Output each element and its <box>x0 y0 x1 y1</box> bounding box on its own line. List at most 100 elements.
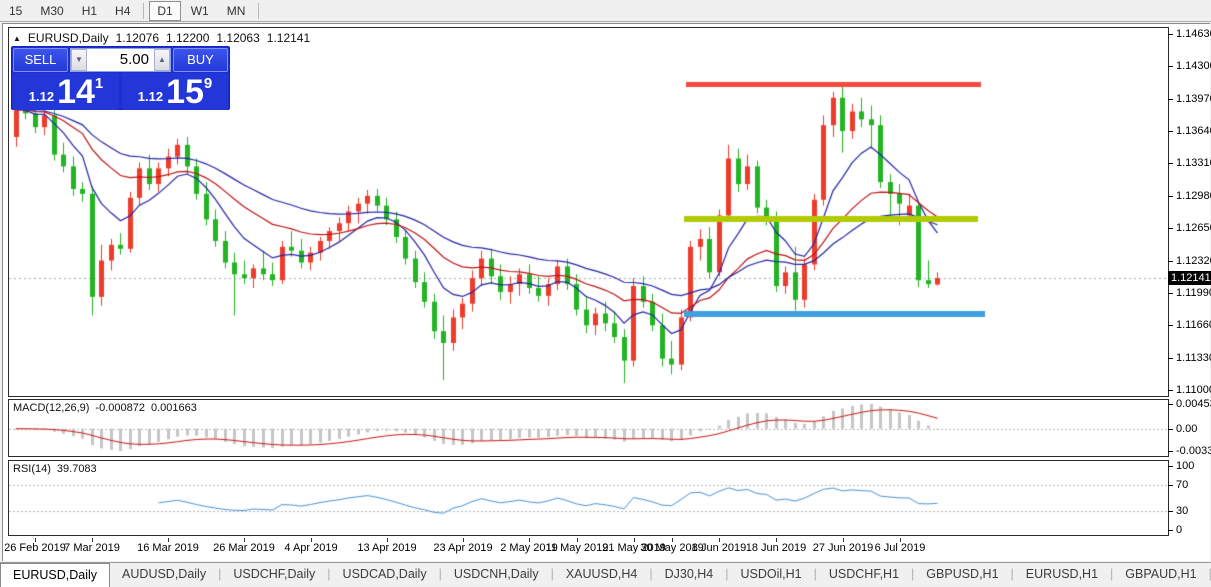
sell-price-main: 14 <box>57 74 95 110</box>
date-axis-label: 8 Jun 2019 <box>692 542 746 554</box>
buy-button[interactable]: BUY <box>173 48 228 72</box>
current-price-tag: 1.12141 <box>1168 271 1211 285</box>
toolbar-separator <box>258 3 259 19</box>
timeframe-button-W1[interactable]: W1 <box>183 1 217 21</box>
timeframe-button-H4[interactable]: H4 <box>107 1 138 21</box>
rsi-value: 39.7083 <box>57 463 97 475</box>
price-tick <box>1168 390 1173 391</box>
buy-price-prefix: 1.12 <box>138 89 163 104</box>
chart-symbol: EURUSD,Daily <box>28 31 109 45</box>
bar-high: 1.12200 <box>166 31 209 45</box>
price-axis-label: 1.14300 <box>1176 60 1211 72</box>
macd-tick <box>1168 404 1173 405</box>
price-tick <box>1168 163 1173 164</box>
price-tick <box>1168 196 1173 197</box>
volume-decrease-icon[interactable]: ▼ <box>71 49 87 71</box>
price-axis-label: 1.11990 <box>1176 287 1211 299</box>
date-axis-label: 6 Jul 2019 <box>875 542 926 554</box>
chart-header: ▲ EURUSD,Daily 1.12076 1.12200 1.12063 1… <box>13 31 310 45</box>
buy-price-main: 15 <box>166 74 204 110</box>
timeframe-button-M30[interactable]: M30 <box>32 1 71 21</box>
price-axis-label: 1.13640 <box>1176 125 1211 137</box>
price-tick <box>1168 261 1173 262</box>
rsi-header: RSI(14) 39.7083 <box>13 463 97 475</box>
chart-tab-USDCNH-Daily[interactable]: USDCNH,Daily <box>442 563 551 587</box>
bar-open: 1.12076 <box>116 31 159 45</box>
price-tick <box>1168 358 1173 359</box>
macd-label: MACD(12,26,9) <box>13 402 89 414</box>
rsi-tick <box>1168 530 1173 531</box>
chart-tab-USDCHF-Daily[interactable]: USDCHF,Daily <box>221 563 327 587</box>
macd-axis-label: 0.004537 <box>1176 398 1211 410</box>
bar-low: 1.12063 <box>216 31 259 45</box>
chart-tab-USDCAD-Daily[interactable]: USDCAD,Daily <box>331 563 439 587</box>
sell-price[interactable]: 1.12 14 1 <box>13 73 119 110</box>
chart-tab-DJ30-H4[interactable]: DJ30,H4 <box>653 563 726 587</box>
macd-value-signal: 0.001663 <box>151 402 197 414</box>
price-axis-label: 1.13310 <box>1176 157 1211 169</box>
price-axis-label: 1.12650 <box>1176 222 1211 234</box>
date-axis-label: 16 Mar 2019 <box>137 542 199 554</box>
sell-price-prefix: 1.12 <box>29 89 54 104</box>
volume-value[interactable]: 5.00 <box>87 49 154 71</box>
date-axis-label: 13 Apr 2019 <box>357 542 416 554</box>
volume-stepper: ▼ 5.00 ▲ <box>70 48 171 72</box>
collapse-panel-icon[interactable]: ▲ <box>13 34 21 43</box>
macd-tick <box>1168 429 1173 430</box>
rsi-axis-label: 100 <box>1176 460 1194 472</box>
price-axis-label: 1.12980 <box>1176 190 1211 202</box>
sell-price-pip: 1 <box>95 75 103 92</box>
chart-tab-GBPAUD-H1[interactable]: GBPAUD,H1 <box>1113 563 1208 587</box>
rsi-tick <box>1168 511 1173 512</box>
date-axis-label: 4 Apr 2019 <box>284 542 337 554</box>
timeframe-button-MN[interactable]: MN <box>219 1 254 21</box>
volume-increase-icon[interactable]: ▲ <box>154 49 170 71</box>
timeframe-toolbar: 15M30H1H4 D1W1MN <box>0 0 1211 22</box>
chart-tab-GBPUSD-H1[interactable]: GBPUSD,H1 <box>914 563 1010 587</box>
price-tick <box>1168 293 1173 294</box>
rsi-label: RSI(14) <box>13 463 51 475</box>
price-tick <box>1168 66 1173 67</box>
sell-button[interactable]: SELL <box>13 48 68 72</box>
chart-tab-EURUSD-H1[interactable]: EURUSD,H1 <box>1014 563 1110 587</box>
date-axis-label: 26 Feb 2019 <box>4 542 66 554</box>
macd-value-main: -0.000872 <box>95 402 145 414</box>
rsi-canvas[interactable] <box>9 461 1168 535</box>
macd-header: MACD(12,26,9) -0.000872 0.001663 <box>13 402 197 414</box>
toolbar-separator <box>143 3 144 19</box>
rsi-axis-label: 30 <box>1176 505 1188 517</box>
price-tick <box>1168 34 1173 35</box>
date-axis-label: 7 Mar 2019 <box>64 542 120 554</box>
chart-tab-EURUSD-Daily[interactable]: EURUSD,Daily <box>0 563 110 587</box>
price-axis-label: 1.11660 <box>1176 319 1211 331</box>
chart-tab-XAUUSD-H4[interactable]: XAUUSD,H4 <box>554 563 650 587</box>
chart-tab-USDOil-H1[interactable]: USDOil,H1 <box>729 563 814 587</box>
trading-terminal: 15M30H1H4D1W1MN ▲ EURUSD,Daily 1.12076 1… <box>0 0 1211 587</box>
rsi-tick <box>1168 485 1173 486</box>
price-axis-label: 1.11330 <box>1176 352 1211 364</box>
price-tick <box>1168 325 1173 326</box>
chart-tab-USDCHF-H1[interactable]: USDCHF,H1 <box>817 563 911 587</box>
price-axis-label: 1.13970 <box>1176 93 1211 105</box>
chart-tab-AUDUSD-Daily[interactable]: AUDUSD,Daily <box>110 563 218 587</box>
bar-close: 1.12141 <box>267 31 310 45</box>
timeframe-button-D1[interactable]: D1 <box>149 1 180 21</box>
buy-price[interactable]: 1.12 15 9 <box>122 73 228 110</box>
macd-axis-label: -0.003362 <box>1176 445 1211 457</box>
price-tick <box>1168 228 1173 229</box>
price-tick <box>1168 131 1173 132</box>
buy-price-pip: 9 <box>204 75 212 92</box>
rsi-axis-label: 70 <box>1176 479 1188 491</box>
date-axis-label: 23 Apr 2019 <box>433 542 492 554</box>
one-click-trade-panel: SELL ▼ 5.00 ▲ BUY 1.12 14 1 1.12 15 9 <box>11 46 230 110</box>
timeframe-button-15[interactable]: 15 <box>1 1 30 21</box>
price-axis-label: 1.12320 <box>1176 255 1211 267</box>
date-axis-label: 27 Jun 2019 <box>813 542 874 554</box>
price-axis-label: 1.14630 <box>1176 28 1211 40</box>
timeframe-button-H1[interactable]: H1 <box>74 1 105 21</box>
price-tick <box>1168 99 1173 100</box>
date-axis-label: 18 Jun 2019 <box>746 542 807 554</box>
date-axis-label: 26 Mar 2019 <box>213 542 275 554</box>
price-axis-label: 1.11000 <box>1176 384 1211 396</box>
date-axis-label: 11 May 2019 <box>546 542 609 554</box>
